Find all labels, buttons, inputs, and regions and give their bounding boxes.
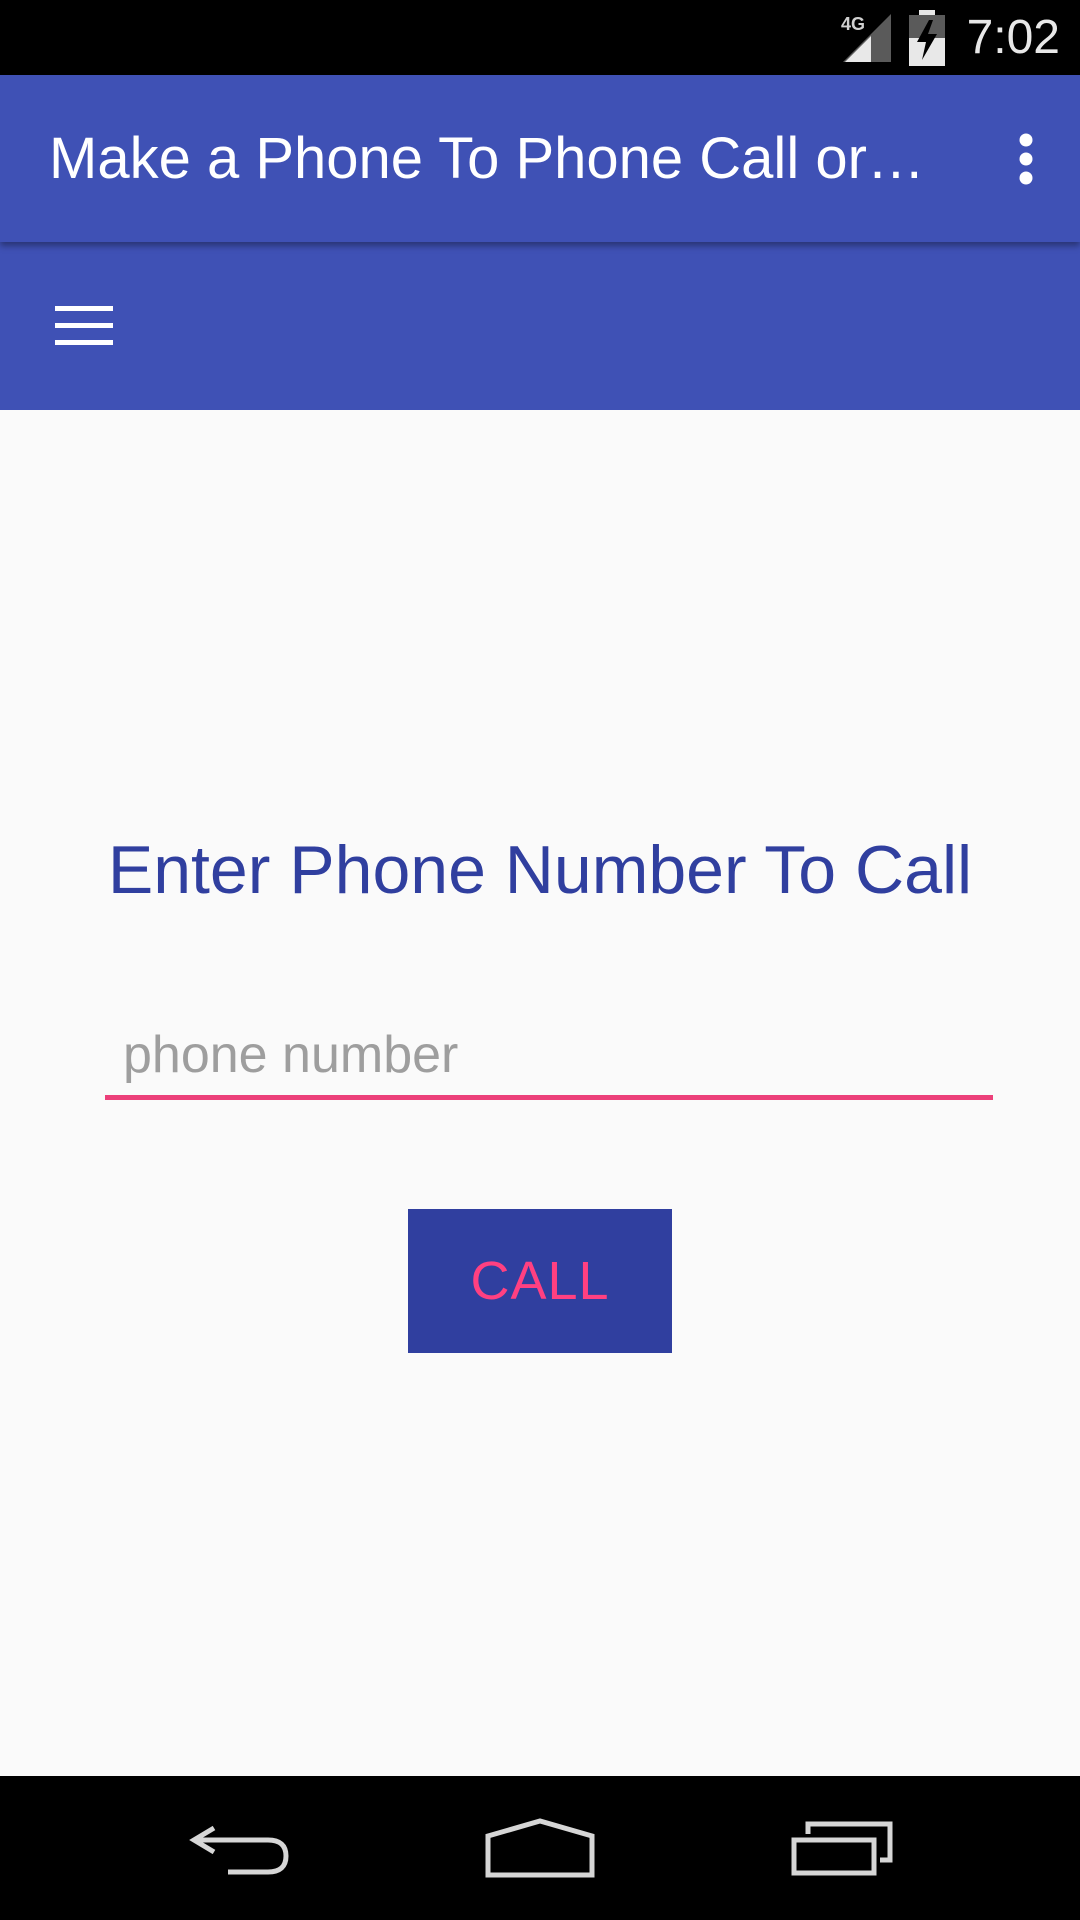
recents-button[interactable] — [742, 1776, 942, 1920]
app-title: Make a Phone To Phone Call or… — [49, 126, 925, 191]
overflow-menu-button[interactable] — [972, 75, 1080, 242]
phone-number-input[interactable] — [105, 1015, 993, 1100]
call-button[interactable]: CALL — [408, 1209, 672, 1353]
back-icon — [189, 1825, 289, 1875]
status-bar: 4G 7:02 — [0, 0, 1080, 75]
battery-charging-icon — [908, 9, 945, 66]
status-clock: 7:02 — [966, 11, 1060, 64]
navigation-drawer-button[interactable] — [30, 281, 138, 371]
recents-icon — [791, 1821, 893, 1876]
home-icon — [485, 1818, 595, 1878]
home-button[interactable] — [440, 1776, 640, 1920]
hamburger-menu-icon — [55, 306, 113, 345]
app-bar: Make a Phone To Phone Call or… — [0, 75, 1080, 242]
back-button[interactable] — [140, 1776, 340, 1920]
system-nav-bar — [0, 1776, 1080, 1920]
status-icons: 4G 7:02 — [841, 0, 1080, 75]
page-heading: Enter Phone Number To Call — [107, 832, 973, 908]
signal-icon: 4G — [841, 13, 891, 62]
secondary-toolbar — [0, 242, 1080, 410]
more-vert-icon — [1019, 133, 1033, 184]
network-type-label: 4G — [841, 14, 865, 34]
